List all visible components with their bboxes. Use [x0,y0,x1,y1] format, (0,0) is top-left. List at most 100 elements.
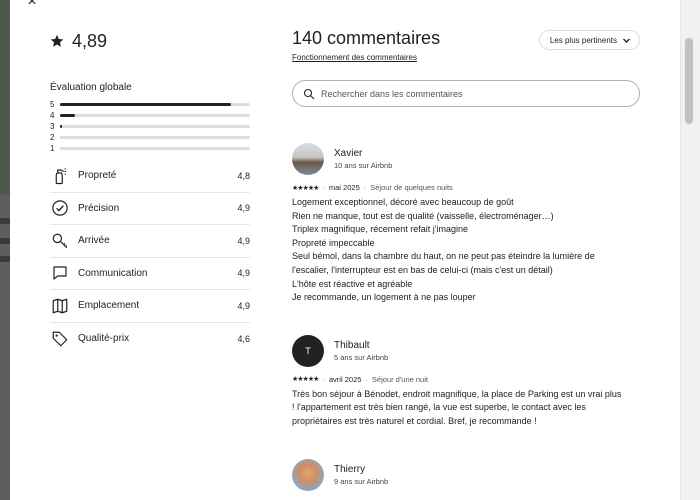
review-text-line: Logement exceptionnel, décoré avec beauc… [292,197,514,207]
sort-dropdown[interactable]: Les plus pertinents [538,30,640,50]
reviews-modal: × 4,89 Évaluation globale 5 4 3 2 1 Propreté… [10,0,680,500]
separator-dot: · [365,374,368,384]
reviews-panel: 140 commentaires Fonctionnement des comm… [292,28,640,500]
avatar[interactable]: T [292,334,324,367]
category-name: Qualité-prix [78,333,130,345]
background-text [0,256,10,262]
category-row: Propreté 4,8 [50,160,250,193]
category-score: 4,9 [237,235,250,246]
category-score: 4,9 [237,268,250,279]
distribution-row: 4 [50,110,250,121]
reviewer-tenure: 10 ans sur Airbnb [334,161,393,170]
close-icon[interactable]: × [22,0,42,12]
background-text [0,238,10,244]
category-score: 4,9 [237,300,250,311]
chat-bubble-icon [50,263,70,283]
category-row: Communication 4,9 [50,258,250,290]
overall-rating-title: Évaluation globale [50,82,132,93]
distribution-row: 2 [50,132,250,143]
reviewer-name: Thibault [334,339,370,351]
rating-summary: 4,89 Évaluation globale 5 4 3 2 1 Propreté 4,… [50,28,250,355]
distribution-label: 3 [50,122,55,131]
review-text-line: Seul bémol, dans la chambre du haut, on … [292,251,595,262]
distribution-track [60,125,250,128]
review-text-line: l'escalier, l'interrupteur est en bas de… [292,264,553,275]
scrollbar-thumb[interactable] [685,38,693,124]
how-reviews-work-link[interactable]: Fonctionnement des commentaires [292,53,440,62]
review-text: Logement exceptionnel, décoré avec beauc… [292,196,640,305]
search-icon [303,88,315,99]
review-text-line: L'hôte est réactive et agréable [292,278,413,289]
distribution-row: 5 [50,99,250,110]
distribution-track [60,136,250,139]
category-row: Emplacement 4,9 [50,290,250,323]
background-photo [0,0,10,195]
reviews-count-title: 140 commentaires [292,28,441,48]
stay-type: Séjour de quelques nuits [370,183,453,192]
avatar[interactable] [292,458,324,491]
review-stars: ★★★★★ [292,376,319,384]
avatar-initial: T [305,345,311,356]
review-text-line: ! l'appartement est très bien rangé, la … [292,402,586,413]
distribution-fill [60,125,62,128]
review-text: Très bon séjour à Bénodet, endroit magni… [292,388,640,429]
spray-bottle-icon [50,166,70,186]
separator-dot: · [322,374,325,384]
category-ratings: Propreté 4,8 Précision 4,9 Arrivée 4,9 Communi… [50,160,250,355]
distribution-label: 2 [50,133,55,142]
category-score: 4,8 [237,170,250,181]
distribution-track [60,103,250,106]
distribution-label: 4 [50,111,55,120]
category-score: 4,6 [237,333,250,344]
category-name: Emplacement [78,300,140,312]
category-score: 4,9 [237,203,250,214]
distribution-label: 5 [50,100,55,109]
background-text [0,218,10,224]
category-name: Propreté [78,170,117,182]
separator-dot: · [363,183,367,192]
review-text-line: Triplex magnifique, récement refait j'im… [292,224,468,235]
distribution-label: 1 [50,144,55,153]
average-rating: 4,89 [50,28,250,54]
reviewer-tenure: 5 ans sur Airbnb [334,352,389,362]
background-left-strip [0,0,10,500]
review-stars: ★★★★★ [292,184,319,192]
distribution-track [60,114,250,117]
review-date: avril 2025 [328,374,362,384]
separator-dot: · [322,183,325,192]
distribution-fill [60,114,76,117]
scrollbar[interactable] [680,0,700,500]
avatar[interactable] [292,143,324,175]
key-icon [50,231,70,251]
review-text-line: Rien ne manque, tout est de qualité (vai… [292,210,554,221]
distribution-track [60,147,250,150]
distribution-row: 1 [50,143,250,154]
search-input[interactable] [321,88,629,99]
review-text-line: Très bon séjour à Bénodet, endroit magni… [292,388,622,399]
distribution-row: 3 [50,121,250,132]
category-name: Communication [78,267,148,279]
star-icon [50,34,64,47]
category-row: Arrivée 4,9 [50,225,250,258]
review-date: mai 2025 [328,183,360,192]
review-text-line: Propreté impeccable [292,237,375,248]
review: T Thibault 5 ans sur Airbnb ★★★★★ · avril 202… [292,334,640,429]
distribution-fill [60,103,231,106]
reviewer-name: Thierry [334,463,366,475]
category-name: Précision [78,202,120,214]
average-rating-value: 4,89 [72,30,108,51]
review: Xavier 10 ans sur Airbnb ★★★★★ · mai 2025 · Sé… [292,143,640,305]
reviewer-name: Xavier [334,148,363,159]
check-circle-icon [50,198,70,218]
stay-type: Séjour d'une nuit [371,374,428,384]
tag-icon [50,329,70,349]
category-name: Arrivée [78,235,110,247]
reviews-list: Xavier 10 ans sur Airbnb ★★★★★ · mai 2025 · Sé… [292,143,640,500]
chevron-down-icon [623,38,630,43]
category-row: Précision 4,9 [50,193,250,225]
rating-distribution: 5 4 3 2 1 [50,99,250,154]
reviewer-tenure: 9 ans sur Airbnb [334,476,389,486]
sort-label: Les plus pertinents [549,35,617,45]
map-icon [50,296,70,316]
search-box[interactable] [292,80,640,107]
